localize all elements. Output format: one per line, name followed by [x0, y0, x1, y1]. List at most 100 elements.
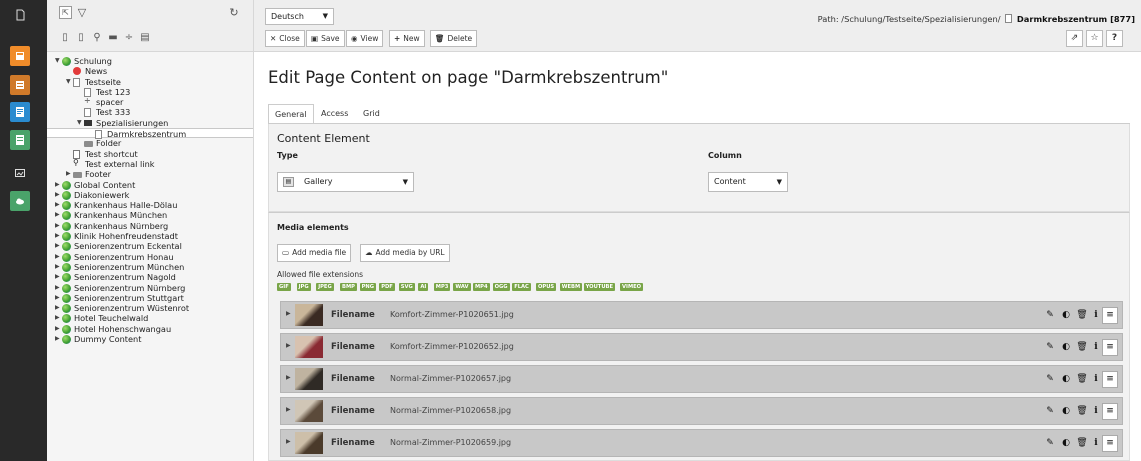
toggle-visibility-icon[interactable]: ◐: [1058, 371, 1074, 388]
expand-icon[interactable]: ▶: [55, 313, 60, 323]
drag-handle-icon[interactable]: ≡: [1102, 339, 1118, 356]
tree-node[interactable]: ▶ Dummy Content: [47, 334, 253, 345]
expand-icon[interactable]: ▶: [286, 342, 291, 349]
list-icon[interactable]: [10, 75, 30, 95]
expand-icon[interactable]: ▶: [55, 221, 60, 231]
refresh-icon[interactable]: ↻: [227, 5, 241, 19]
expand-icon[interactable]: ▶: [286, 310, 291, 317]
expand-icon[interactable]: ▶: [55, 283, 60, 293]
tree-node[interactable]: ▶ Diakoniewerk: [47, 190, 253, 200]
edit-pencil-icon[interactable]: ✎: [1042, 371, 1058, 388]
help-icon[interactable]: ?: [1106, 30, 1123, 47]
tree-node[interactable]: ▶ Hotel Hohenschwangau: [47, 324, 253, 334]
media-item[interactable]: ▶ Filename Komfort-Zimmer-P1020651.jpg ✎ ◐ 🗑 i…: [280, 301, 1123, 329]
expand-icon[interactable]: ▶: [286, 406, 291, 413]
expand-icon[interactable]: ▶: [286, 374, 291, 381]
page-type-icon[interactable]: ▯: [60, 31, 70, 43]
new-button[interactable]: + New: [389, 30, 425, 47]
layout-icon[interactable]: [10, 46, 30, 66]
expand-icon[interactable]: ▶: [55, 252, 60, 262]
expand-icon[interactable]: ▶: [55, 324, 60, 334]
drag-handle-icon[interactable]: ≡: [1102, 403, 1118, 420]
media-item[interactable]: ▶ Filename Normal-Zimmer-P1020657.jpg ✎ ◐ 🗑 i ≡: [280, 365, 1123, 393]
expand-icon[interactable]: ▶: [55, 293, 60, 303]
drag-handle-icon[interactable]: ≡: [1102, 435, 1118, 452]
cloud-icon[interactable]: [10, 191, 30, 211]
bookmark-star-icon[interactable]: ☆: [1086, 30, 1103, 47]
tab-grid-elements[interactable]: Grid Elements: [357, 104, 406, 137]
expand-icon[interactable]: ▶: [55, 241, 60, 251]
language-select[interactable]: Deutsch ▼: [265, 8, 334, 25]
expand-icon[interactable]: ▶: [66, 169, 71, 179]
expand-icon[interactable]: ▶: [55, 334, 60, 344]
tree-node[interactable]: Darmkrebszentrum: [47, 128, 253, 140]
media-item[interactable]: ▶ Filename Normal-Zimmer-P1020659.jpg ✎ ◐ 🗑 i ≡: [280, 429, 1123, 457]
tree-node[interactable]: ▶ Seniorenzentrum Wüstenrot: [47, 303, 253, 314]
view-button[interactable]: ◉ View: [346, 30, 384, 47]
collapse-icon[interactable]: ▼: [77, 118, 82, 128]
spacer-icon[interactable]: ÷: [124, 31, 134, 43]
expand-icon[interactable]: ▶: [286, 438, 291, 445]
tree-node[interactable]: ▶ Krankenhaus Halle-Dölau: [47, 200, 253, 211]
expand-icon[interactable]: ▶: [55, 303, 60, 313]
toggle-visibility-icon[interactable]: ◐: [1058, 339, 1074, 356]
add-media-file-button[interactable]: ▭ Add media file: [277, 244, 352, 262]
expand-icon[interactable]: ▶: [55, 272, 60, 282]
tree-node[interactable]: ⚲ Test external link: [47, 158, 253, 169]
folder-icon[interactable]: ▬: [108, 31, 118, 43]
filter-icon[interactable]: ▽: [76, 5, 88, 19]
close-button[interactable]: ✕ Close: [265, 30, 305, 47]
tree-node[interactable]: ▶ Krankenhaus Nürnberg: [47, 221, 253, 231]
expand-icon[interactable]: ▶: [55, 231, 60, 241]
link-icon[interactable]: ⚲: [92, 31, 102, 43]
tree-node[interactable]: Test 333: [47, 107, 253, 118]
tree-node[interactable]: News: [47, 66, 253, 76]
edit-pencil-icon[interactable]: ✎: [1042, 403, 1058, 420]
expand-icon[interactable]: ▶: [55, 210, 60, 220]
tree-node[interactable]: ▶ Hotel Teuchelwald: [47, 313, 253, 324]
column-select[interactable]: Content ▼: [708, 172, 788, 192]
toggle-visibility-icon[interactable]: ◐: [1058, 403, 1074, 420]
tree-node[interactable]: ▶ Seniorenzentrum Nagold: [47, 272, 253, 283]
drag-handle-icon[interactable]: ≡: [1102, 307, 1118, 324]
save-button[interactable]: ▣ Save: [306, 30, 345, 47]
menu-separator-icon[interactable]: ▤: [140, 31, 150, 43]
tree-node[interactable]: ▶ Seniorenzentrum Honau: [47, 252, 253, 262]
tree-node[interactable]: ▶ Seniorenzentrum Nürnberg: [47, 283, 253, 293]
delete-button[interactable]: 🗑 Delete: [430, 30, 478, 47]
tree-node[interactable]: ▶ Footer: [47, 169, 253, 179]
tree-node[interactable]: ▼ Schulung: [47, 56, 253, 66]
tree-node[interactable]: ▼ Spezialisierungen: [47, 118, 253, 128]
expand-icon[interactable]: ▶: [55, 180, 60, 190]
tree-node[interactable]: ▶ Seniorenzentrum München: [47, 262, 253, 272]
expand-icon[interactable]: ▶: [55, 200, 60, 210]
tree-node[interactable]: ▶ Seniorenzentrum Eckental: [47, 241, 253, 252]
page-icon[interactable]: [10, 5, 30, 25]
media-item[interactable]: ▶ Filename Komfort-Zimmer-P1020652.jpg ✎ ◐ 🗑 i…: [280, 333, 1123, 361]
add-media-url-button[interactable]: ☁ Add media by URL: [360, 244, 450, 262]
collapse-icon[interactable]: ▼: [66, 77, 71, 87]
edit-pencil-icon[interactable]: ✎: [1042, 307, 1058, 324]
edit-pencil-icon[interactable]: ✎: [1042, 435, 1058, 452]
image-icon[interactable]: [10, 163, 30, 183]
open-new-window-icon[interactable]: ⇗: [1066, 30, 1083, 47]
path-current[interactable]: Darmkrebszentrum [877]: [1017, 14, 1135, 24]
tree-node[interactable]: Folder: [47, 138, 253, 148]
toggle-visibility-icon[interactable]: ◐: [1058, 307, 1074, 324]
tab-access[interactable]: Access: [315, 104, 354, 123]
expand-icon[interactable]: ▶: [55, 190, 60, 200]
drag-handle-icon[interactable]: ≡: [1102, 371, 1118, 388]
expand-icon[interactable]: ▶: [55, 262, 60, 272]
page-shortcut-icon[interactable]: ▯: [76, 31, 86, 43]
tree-node[interactable]: ▶ Klinik Hohenfreudenstadt: [47, 231, 253, 242]
func-icon[interactable]: [10, 130, 30, 150]
type-select[interactable]: ▤ Gallery ▼: [277, 172, 414, 192]
toggle-visibility-icon[interactable]: ◐: [1058, 435, 1074, 452]
info-icon[interactable]: [10, 102, 30, 122]
tree-node[interactable]: ▶ Krankenhaus München: [47, 210, 253, 221]
tree-node[interactable]: ▶ Global Content: [47, 180, 253, 190]
tab-general[interactable]: General: [268, 104, 314, 123]
new-page-icon[interactable]: ⇱: [59, 6, 72, 19]
media-item[interactable]: ▶ Filename Normal-Zimmer-P1020658.jpg ✎ ◐ 🗑 i ≡: [280, 397, 1123, 425]
tree-node[interactable]: ▼ Testseite: [47, 77, 253, 87]
